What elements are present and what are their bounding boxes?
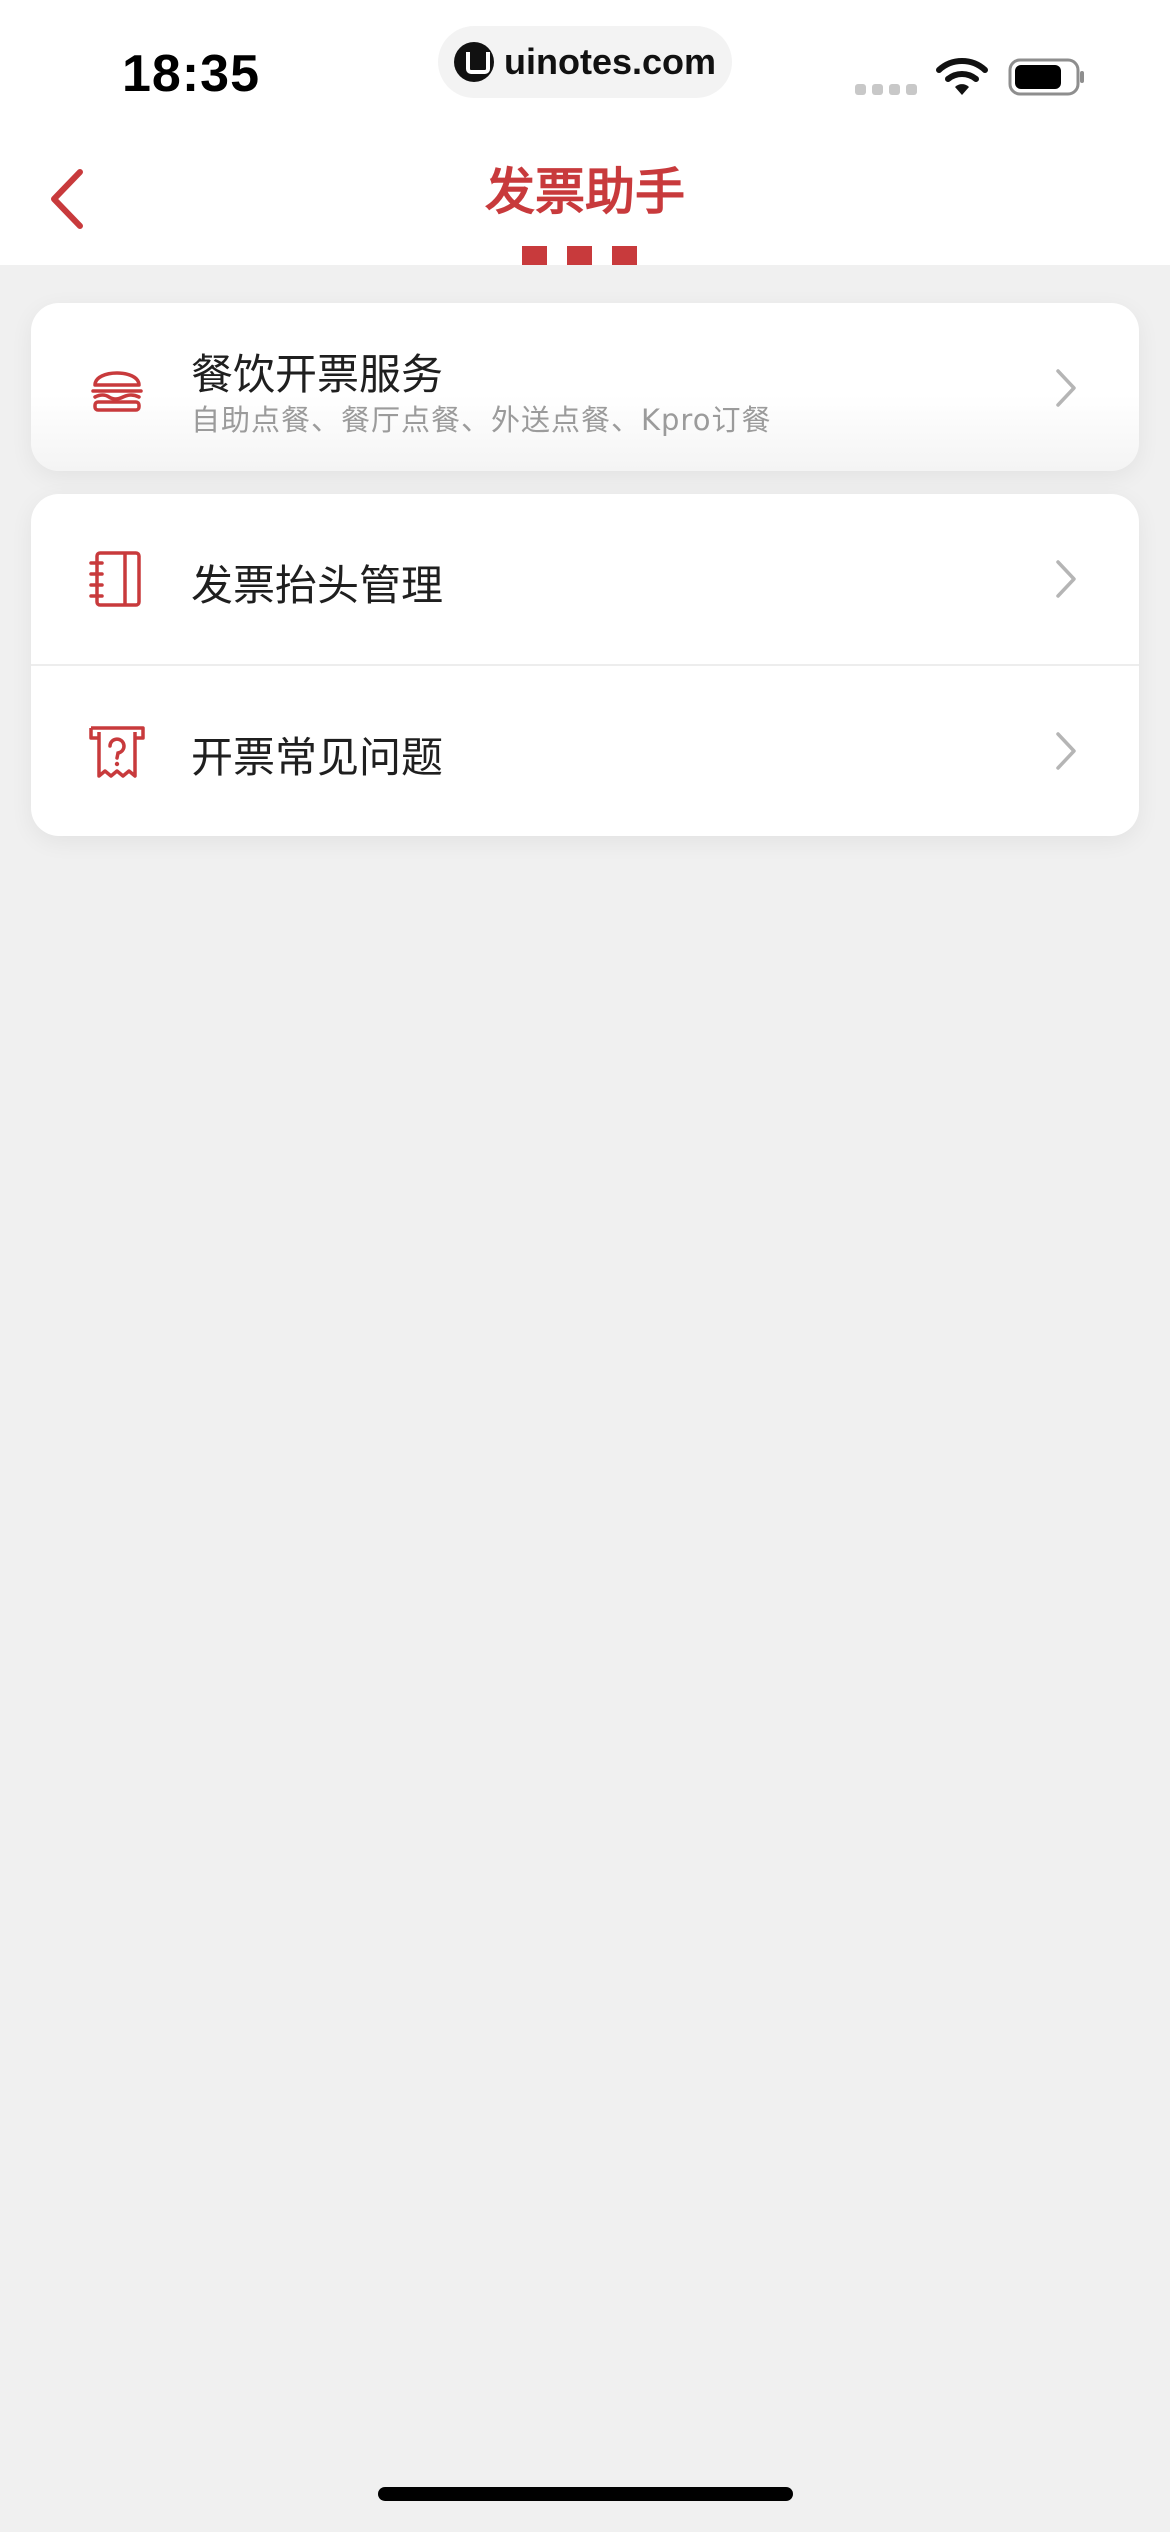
notebook-icon [89,551,141,607]
chevron-right-icon [1056,369,1076,407]
dining-invoice-card: 餐饮开票服务 自助点餐、餐厅点餐、外送点餐、Kpro订餐 [31,303,1139,471]
menu-item-invoice-title-management[interactable]: 发票抬头管理 [31,494,1139,664]
chevron-right-icon [1056,560,1076,598]
page-title: 发票助手 [485,163,685,221]
status-bar: 18:35 uinotes.com [0,0,1170,130]
menu-item-invoice-faq[interactable]: 开票常见问题 [31,666,1139,836]
menu-item-title: 发票抬头管理 [191,561,444,610]
burger-icon [91,371,143,412]
menu-item-title: 餐饮开票服务 [191,350,444,399]
nav-bar: 发票助手 [0,130,1170,265]
status-time: 18:35 [122,45,260,103]
site-logo-icon [454,42,494,82]
wifi-icon [936,58,988,95]
menu-item-title: 开票常见问题 [191,733,444,782]
brand-stripes [522,246,637,265]
home-indicator[interactable] [378,2487,793,2501]
signal-icon [855,84,917,95]
url-text: uinotes.com [504,41,717,82]
url-pill[interactable]: uinotes.com [438,26,732,98]
menu-item-dining-invoice[interactable]: 餐饮开票服务 自助点餐、餐厅点餐、外送点餐、Kpro订餐 [31,303,1139,471]
menu-item-subtitle: 自助点餐、餐厅点餐、外送点餐、Kpro订餐 [191,403,772,437]
receipt-question-icon [89,726,145,778]
chevron-right-icon [1056,732,1076,770]
settings-card: 发票抬头管理 开票常见问题 [31,494,1139,836]
invoice-assistant-screen: 18:35 uinotes.com 发票助手 餐饮开票服务 自助点餐、餐厅点餐、… [0,0,1170,2532]
battery-icon [1008,58,1084,96]
